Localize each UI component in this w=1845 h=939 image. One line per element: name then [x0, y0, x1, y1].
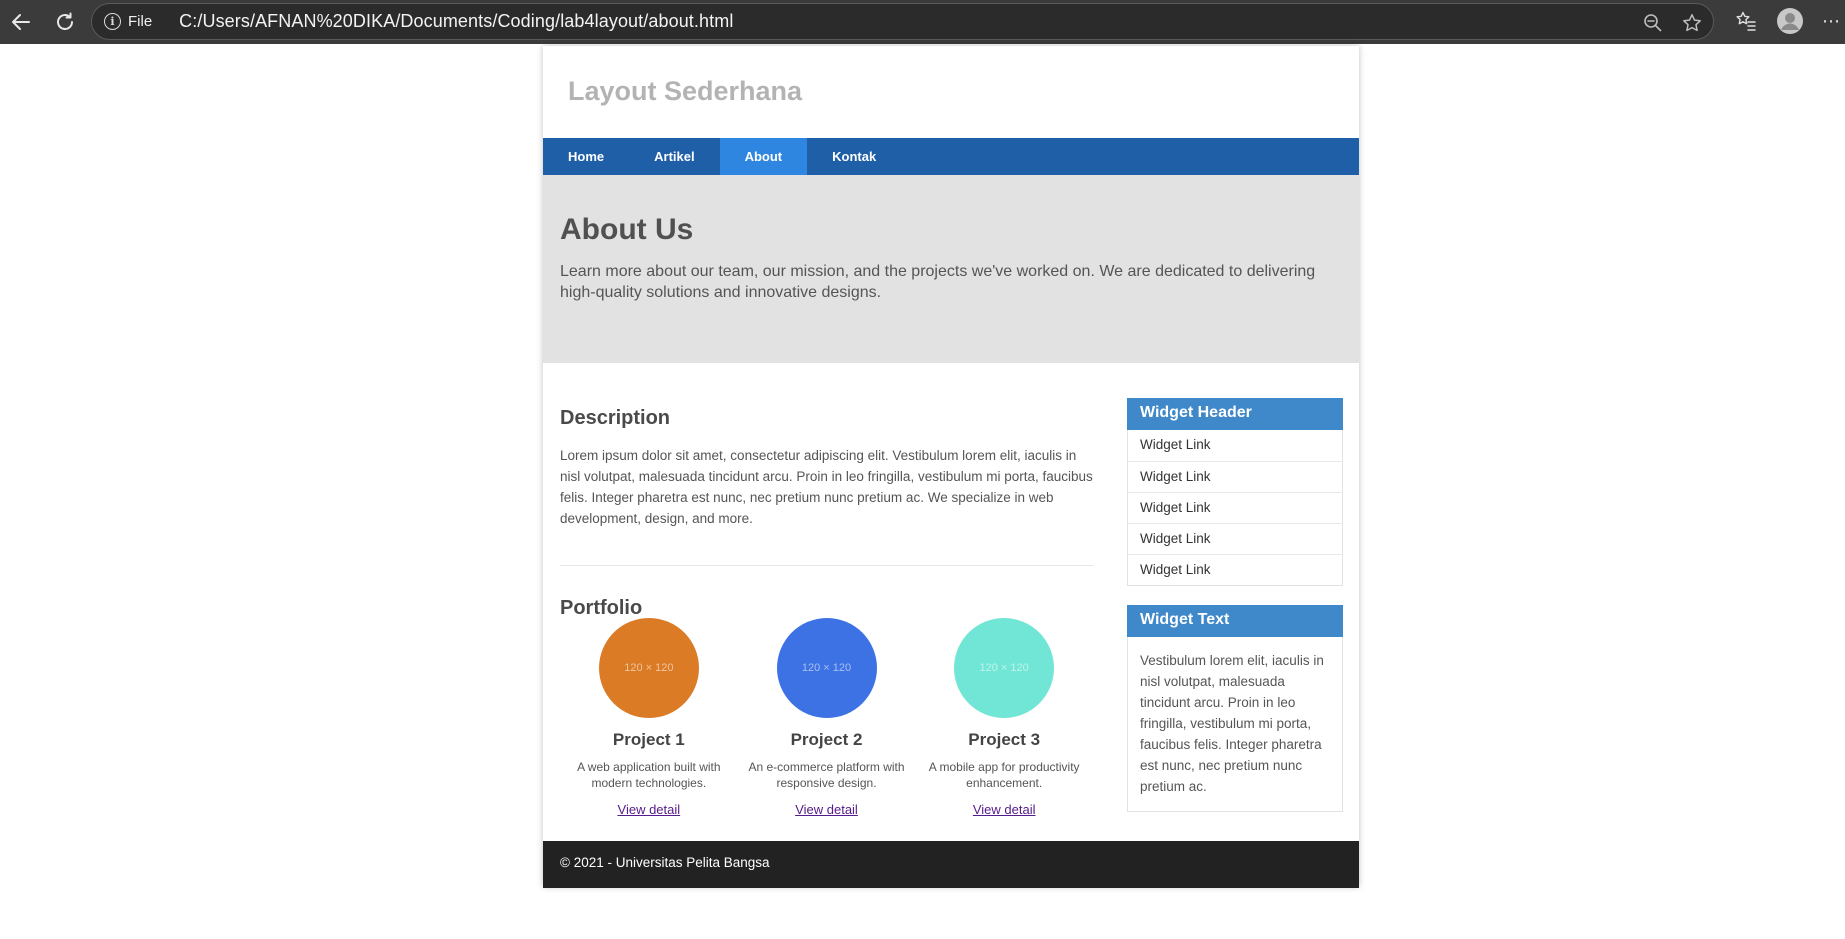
project-card: 120 × 120 Project 1 A web application bu…: [560, 618, 738, 818]
project-card: 120 × 120 Project 3 A mobile app for pro…: [915, 618, 1093, 818]
view-detail-link[interactable]: View detail: [973, 802, 1036, 817]
widget-link[interactable]: Widget Link: [1128, 523, 1342, 554]
site-title: Layout Sederhana: [568, 76, 803, 106]
favorites-icon[interactable]: [1730, 5, 1762, 37]
description-text: Lorem ipsum dolor sit amet, consectetur …: [560, 448, 1093, 526]
view-detail-link[interactable]: View detail: [795, 802, 858, 817]
project-image: 120 × 120: [598, 618, 699, 718]
project-image: 120 × 120: [776, 618, 877, 718]
star-icon[interactable]: [1682, 13, 1702, 33]
project-title: Project 3: [968, 730, 1041, 749]
zoom-icon[interactable]: [1643, 13, 1663, 33]
hero-title: About Us: [560, 213, 694, 246]
widget-header: Widget Header: [1127, 398, 1343, 430]
description-title: Description: [560, 407, 671, 429]
widget-link[interactable]: Widget Link: [1128, 430, 1342, 461]
widget-text: Vestibulum lorem elit, iaculis in nisl v…: [1127, 637, 1343, 812]
nav-item-home[interactable]: Home: [543, 138, 629, 175]
project-desc: A web application built with modern tech…: [577, 760, 721, 790]
nav-item-kontak[interactable]: Kontak: [807, 138, 901, 175]
page-container: Layout Sederhana Home Artikel About Kont…: [543, 46, 1359, 888]
widget-link[interactable]: Widget Link: [1128, 492, 1342, 523]
nav-item-artikel[interactable]: Artikel: [629, 138, 719, 175]
footer-text: © 2021 - Universitas Pelita Bangsa: [560, 855, 770, 870]
project-desc: An e-commerce platform with responsive d…: [748, 760, 905, 790]
more-icon[interactable]: ⋯: [1815, 5, 1845, 37]
hero-text: Learn more about our team, our mission, …: [560, 263, 1316, 301]
profile-icon[interactable]: [1774, 5, 1806, 37]
main-column: Description Lorem ipsum dolor sit amet, …: [560, 407, 1093, 818]
nav-item-about[interactable]: About: [719, 138, 808, 175]
main-nav: Home Artikel About Kontak: [543, 138, 1359, 175]
address-bar[interactable]: i File C:/Users/AFNAN%20DIKA/Documents/C…: [91, 3, 1714, 40]
project-title: Project 2: [790, 730, 863, 749]
file-label: File: [128, 13, 153, 30]
project-list: 120 × 120 Project 1 A web application bu…: [560, 618, 1093, 818]
widget-link[interactable]: Widget Link: [1128, 461, 1342, 492]
project-title: Project 1: [612, 730, 685, 749]
project-card: 120 × 120 Project 2 An e-commerce platfo…: [738, 618, 916, 818]
project-desc: A mobile app for productivity enhancemen…: [928, 760, 1080, 790]
widget-link-list: Widget Link Widget Link Widget Link Widg…: [1127, 430, 1343, 586]
widget-link[interactable]: Widget Link: [1128, 554, 1342, 585]
hero-section: About Us Learn more about our team, our …: [543, 175, 1359, 363]
widget-text-header: Widget Text: [1127, 605, 1343, 637]
section-divider: [560, 565, 1093, 566]
site-footer: © 2021 - Universitas Pelita Bangsa: [543, 841, 1359, 888]
project-image: 120 × 120: [954, 618, 1055, 718]
refresh-icon[interactable]: [48, 5, 82, 39]
widget-links: Widget Header Widget Link Widget Link Wi…: [1127, 398, 1343, 586]
site-header: Layout Sederhana: [543, 46, 1359, 138]
info-icon[interactable]: i: [104, 13, 121, 30]
content-area: Description Lorem ipsum dolor sit amet, …: [543, 363, 1359, 841]
view-detail-link[interactable]: View detail: [618, 802, 681, 817]
widget-text-box: Widget Text Vestibulum lorem elit, iacul…: [1127, 605, 1343, 812]
back-icon[interactable]: [4, 5, 38, 39]
portfolio-title: Portfolio: [560, 597, 643, 619]
url-text[interactable]: C:/Users/AFNAN%20DIKA/Documents/Coding/l…: [179, 11, 733, 32]
sidebar: Widget Header Widget Link Widget Link Wi…: [1127, 398, 1343, 812]
